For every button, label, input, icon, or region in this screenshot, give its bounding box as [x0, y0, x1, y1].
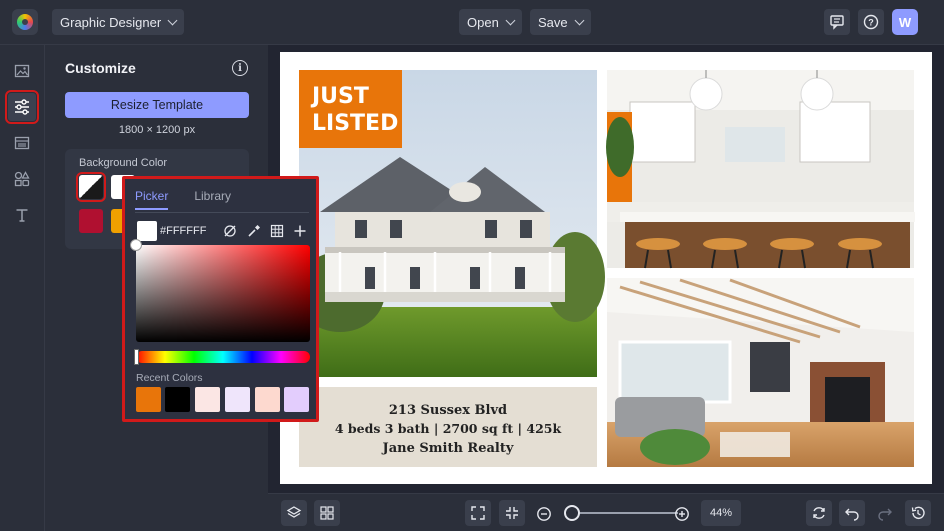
rail-images[interactable]	[8, 57, 36, 85]
layout-icon	[14, 136, 30, 150]
eyedropper-button[interactable]	[245, 222, 263, 240]
saturation-thumb[interactable]	[130, 239, 142, 251]
rail-layout[interactable]	[8, 129, 36, 157]
undo-icon	[845, 508, 859, 521]
design-canvas: JUST LISTED 213 Sussex Blvd 4 beds 3 bat…	[295, 70, 915, 467]
zoom-slider-thumb[interactable]	[564, 505, 580, 521]
hue-slider[interactable]	[136, 351, 310, 363]
resize-template-button[interactable]: Resize Template	[65, 92, 249, 118]
undo-button[interactable]	[839, 500, 865, 526]
chevron-down-icon	[167, 15, 178, 26]
comments-button[interactable]	[824, 9, 850, 35]
recent-color-swatch[interactable]	[255, 387, 280, 412]
rail-customize[interactable]	[5, 90, 39, 124]
eyedropper-icon	[248, 225, 260, 237]
info-icon[interactable]: i	[232, 60, 248, 76]
history-button[interactable]	[905, 500, 931, 526]
palette-grid-button[interactable]	[268, 222, 286, 240]
image-icon	[14, 64, 30, 78]
help-button[interactable]: ?	[858, 9, 884, 35]
rail-text[interactable]	[8, 201, 36, 229]
expand-icon	[471, 506, 485, 520]
chevron-down-icon	[574, 15, 585, 26]
tab-library[interactable]: Library	[194, 189, 231, 210]
saturation-value-field[interactable]	[136, 245, 310, 342]
recent-color-swatch[interactable]	[284, 387, 309, 412]
text-icon	[16, 209, 28, 222]
bottom-toolbar: 44%	[268, 493, 944, 531]
open-label: Open	[467, 14, 499, 30]
fit-screen-button[interactable]	[465, 500, 491, 526]
zoom-out-icon	[537, 507, 551, 521]
redo-icon	[878, 508, 892, 521]
layers-icon	[286, 506, 302, 518]
hue-slider-thumb[interactable]	[134, 349, 139, 365]
open-button[interactable]: Open	[459, 9, 522, 35]
user-avatar[interactable]: W	[892, 9, 918, 35]
kitchen-photo	[606, 70, 915, 269]
grid-icon	[320, 506, 334, 520]
recent-color-swatch[interactable]	[225, 387, 250, 412]
divider	[135, 212, 309, 213]
living-room-photo	[607, 278, 914, 467]
rail-elements[interactable]	[8, 165, 36, 193]
help-icon: ?	[863, 14, 879, 30]
current-color-swatch[interactable]	[76, 172, 106, 202]
hex-preview-swatch	[137, 221, 157, 241]
zoom-level[interactable]: 44%	[701, 500, 741, 526]
grid-icon	[270, 224, 284, 238]
just-listed-badge	[299, 70, 402, 148]
left-tool-rail	[0, 45, 45, 531]
color-picker-popup: Picker Library #FFFFFF Recent Colors	[122, 176, 319, 422]
details-text: 4 beds 3 bath | 2700 sq ft | 425k	[335, 421, 562, 436]
zoom-slider-track[interactable]	[568, 512, 678, 514]
history-icon	[911, 506, 925, 519]
panel-title: Customize	[65, 60, 136, 76]
redo-button[interactable]	[872, 500, 898, 526]
address-text: 213 Sussex Blvd	[389, 403, 507, 418]
hex-input[interactable]: #FFFFFF	[157, 221, 211, 241]
background-color-label: Background Color	[79, 157, 168, 169]
save-label: Save	[538, 14, 568, 30]
add-color-button[interactable]	[291, 222, 309, 240]
sliders-icon	[15, 99, 29, 115]
top-bar: Graphic Designer Open Save ? W	[0, 0, 944, 45]
refresh-button[interactable]	[806, 500, 832, 526]
design-artboard[interactable]: JUST LISTED 213 Sussex Blvd 4 beds 3 bat…	[280, 52, 932, 484]
realtor-text: Jane Smith Realty	[382, 441, 514, 456]
canvas-dimensions: 1800 × 1200 px	[118, 124, 196, 136]
layers-button[interactable]	[281, 500, 307, 526]
recent-color-swatch[interactable]	[165, 387, 190, 412]
save-button[interactable]: Save	[530, 9, 591, 35]
zoom-in-button[interactable]	[674, 506, 690, 527]
badge-line2: LISTED	[312, 111, 398, 136]
recent-color-swatch[interactable]	[136, 387, 161, 412]
refresh-icon	[813, 507, 825, 519]
color-swatch-crimson[interactable]	[79, 209, 103, 233]
tab-picker[interactable]: Picker	[135, 189, 169, 210]
shapes-icon	[14, 171, 30, 187]
chevron-down-icon	[505, 15, 516, 26]
project-menu-button[interactable]: Graphic Designer	[52, 9, 185, 35]
comment-icon	[830, 15, 844, 30]
app-logo-icon[interactable]	[12, 9, 38, 35]
plus-icon	[294, 225, 306, 237]
recent-color-swatch[interactable]	[195, 387, 220, 412]
grid-view-button[interactable]	[314, 500, 340, 526]
actual-size-button[interactable]	[499, 500, 525, 526]
canvas-area: JUST LISTED 213 Sussex Blvd 4 beds 3 bat…	[268, 45, 944, 493]
zoom-out-button[interactable]	[536, 506, 552, 527]
no-color-button[interactable]	[221, 222, 239, 240]
project-name: Graphic Designer	[60, 14, 162, 30]
compress-icon	[506, 507, 518, 519]
no-color-icon	[224, 225, 236, 237]
svg-text:?: ?	[868, 18, 874, 28]
recent-colors-label: Recent Colors	[136, 372, 203, 384]
badge-line1: JUST	[310, 84, 369, 109]
zoom-in-icon	[675, 507, 689, 521]
